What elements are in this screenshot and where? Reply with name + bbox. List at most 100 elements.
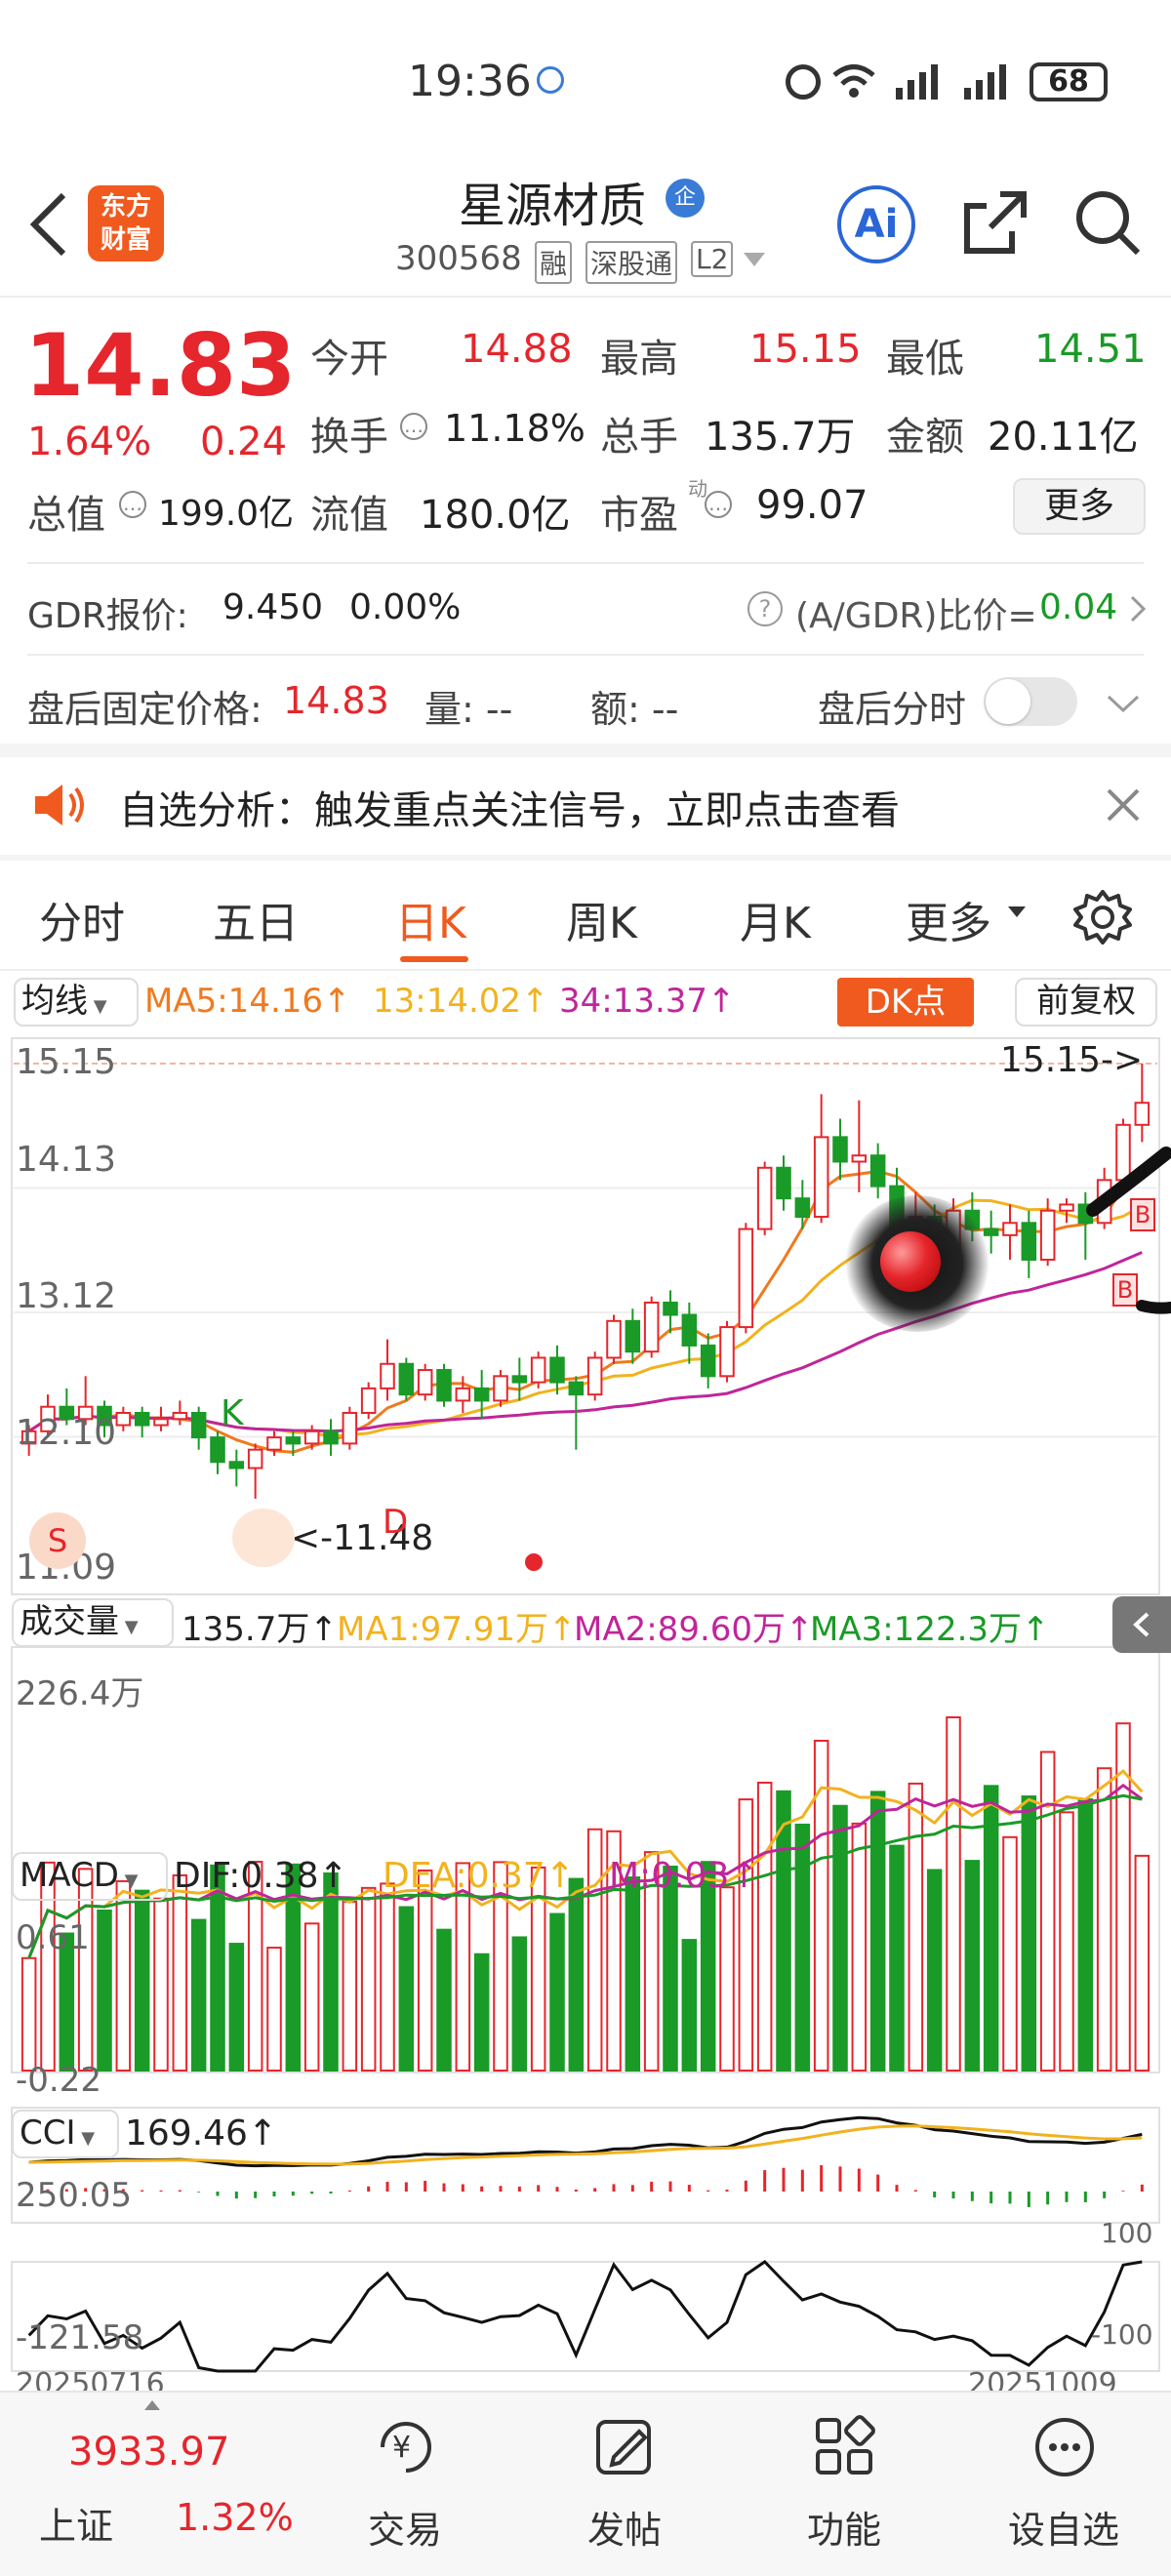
candle-body <box>323 1429 339 1445</box>
pe-label: 市盈 <box>600 493 678 538</box>
d-marker: D <box>383 1503 409 1542</box>
candle-body <box>832 1136 848 1163</box>
tag-margin: 融 <box>535 241 573 284</box>
event-dot[interactable] <box>525 1553 543 1571</box>
chevron-down-icon[interactable] <box>1107 695 1140 714</box>
volume-bar <box>983 1785 999 2072</box>
macd-y-bottom: -0.22 <box>16 2061 101 2100</box>
expand-arrows-icon[interactable] <box>232 1509 295 1567</box>
volume-bar <box>1096 1767 1112 2072</box>
candle-body <box>586 1356 603 1396</box>
candle-body <box>530 1356 546 1384</box>
volume-bar <box>266 1947 282 2073</box>
candle-body <box>473 1387 490 1402</box>
tab-more[interactable]: 更多 <box>906 888 991 950</box>
ai-button[interactable]: Ai <box>837 185 915 263</box>
turnover-label: 换手 <box>310 415 388 460</box>
tab-five-day[interactable]: 五日 <box>213 888 299 950</box>
chevron-down-icon[interactable] <box>742 251 767 270</box>
tab-monthly-k[interactable]: 月K <box>740 888 811 950</box>
min-price-label: <-11.48 <box>291 1518 434 1558</box>
speaker-icon <box>35 785 84 825</box>
dk-point-button[interactable]: DK点 <box>837 978 974 1026</box>
cci-selector[interactable]: CCI ▼ <box>12 2110 119 2158</box>
tab-timeshare[interactable]: 分时 <box>39 888 125 950</box>
ma34-value: 34:13.37↑ <box>559 982 736 1021</box>
tab-daily-k[interactable]: 日K <box>395 888 466 950</box>
nav-function[interactable]: 功能 <box>761 2393 927 2576</box>
kline-y-label: 12.10 <box>16 1413 117 1453</box>
nav-trade-label: 交易 <box>367 2509 442 2552</box>
grid-icon <box>816 2415 875 2475</box>
notice-banner[interactable]: 自选分析：触发重点关注信号，立即点击查看 <box>0 757 1171 855</box>
volume-current: 135.7万↑ <box>182 1610 338 1649</box>
candle-body <box>1002 1222 1018 1236</box>
more-button[interactable]: 更多 <box>1013 478 1146 535</box>
tag-shenzhen-connect: 深股通 <box>586 241 678 284</box>
bottom-nav: 3933.97 上证 1.32% ¥ 交易 发帖 功能 设自选 <box>0 2391 1171 2576</box>
max-price-label: 15.15-> <box>1000 1040 1144 1080</box>
volume-ma3: MA3:122.3万↑ <box>810 1610 1050 1649</box>
gear-icon[interactable] <box>1073 888 1132 946</box>
candle-body <box>549 1356 565 1384</box>
after-hours-toggle[interactable] <box>984 677 1077 726</box>
info-icon[interactable]: … <box>705 491 732 518</box>
yen-exchange-icon: ¥ <box>381 2422 431 2473</box>
volume-bar <box>1039 1751 1056 2072</box>
chart-area[interactable] <box>0 1034 1171 2391</box>
candle-body <box>380 1362 395 1389</box>
collapse-panel-button[interactable] <box>1112 1596 1171 1653</box>
candle-body <box>266 1436 282 1451</box>
candle-body <box>398 1362 415 1396</box>
gdr-row[interactable]: GDR报价: 9.450 0.00% ? (A/GDR)比价= 0.04 <box>0 566 1171 654</box>
pe-dynamic-mark: 动 <box>688 477 707 501</box>
index-value[interactable]: 3933.97 <box>68 2430 229 2475</box>
volume-selector[interactable]: 成交量 ▼ <box>12 1598 174 1647</box>
tab-weekly-k[interactable]: 周K <box>566 888 637 950</box>
brush-stroke-decoration <box>1086 1147 1171 1314</box>
nav-add-watchlist-label: 设自选 <box>1007 2509 1119 2552</box>
nav-add-watchlist[interactable]: 设自选 <box>981 2393 1147 2576</box>
nav-trade[interactable]: ¥ 交易 <box>322 2393 488 2576</box>
share-icon[interactable] <box>961 188 1030 257</box>
volume-bar <box>511 1936 528 2073</box>
change-percent: 1.64% <box>27 420 152 464</box>
stock-name: 星源材质 <box>459 179 647 233</box>
volume-bar <box>97 1909 112 2072</box>
index-percent[interactable]: 1.32% <box>176 2496 294 2539</box>
help-icon[interactable]: ? <box>747 591 783 626</box>
volume-bar <box>342 1900 358 2073</box>
index-name[interactable]: 上证 <box>39 2496 113 2550</box>
volume-ma1: MA1:97.91万↑ <box>337 1610 577 1649</box>
amount-label: 金额 <box>886 415 964 460</box>
volume-bar <box>303 1922 320 2072</box>
macd-dea: DEA:0.37↑ <box>383 1856 575 1896</box>
cci-ref-bottom: -100 <box>1091 2318 1153 2351</box>
candle-body <box>436 1369 452 1402</box>
candle-body <box>568 1381 585 1396</box>
macd-selector[interactable]: MACD ▼ <box>12 1852 168 1901</box>
candle-body <box>1021 1222 1037 1261</box>
candle-body <box>342 1412 358 1445</box>
volume-bar <box>738 1798 754 2072</box>
s-marker[interactable]: S <box>29 1512 86 1569</box>
info-icon[interactable]: … <box>400 413 427 440</box>
volume-bar <box>832 1804 848 2072</box>
back-arrow-icon[interactable] <box>24 190 73 259</box>
candle-body <box>172 1412 188 1421</box>
adjust-button[interactable]: 前复权 <box>1015 978 1157 1026</box>
search-icon[interactable] <box>1071 186 1144 259</box>
cci-frame <box>11 2261 1160 2372</box>
close-icon[interactable] <box>1105 786 1142 824</box>
macd-m: M:0.03↑ <box>609 1856 759 1896</box>
open-label: 今开 <box>310 337 388 382</box>
info-icon[interactable]: … <box>119 491 146 518</box>
volume-bar <box>681 1939 698 2072</box>
candle-body <box>794 1197 811 1219</box>
volume-bar <box>360 1886 377 2072</box>
nav-post[interactable]: 发帖 <box>542 2393 707 2576</box>
candle-body <box>719 1326 735 1378</box>
kline-y-label: 13.12 <box>16 1276 117 1316</box>
ma-selector[interactable]: 均线 ▼ <box>14 978 139 1026</box>
volume-bar <box>20 1956 37 2072</box>
